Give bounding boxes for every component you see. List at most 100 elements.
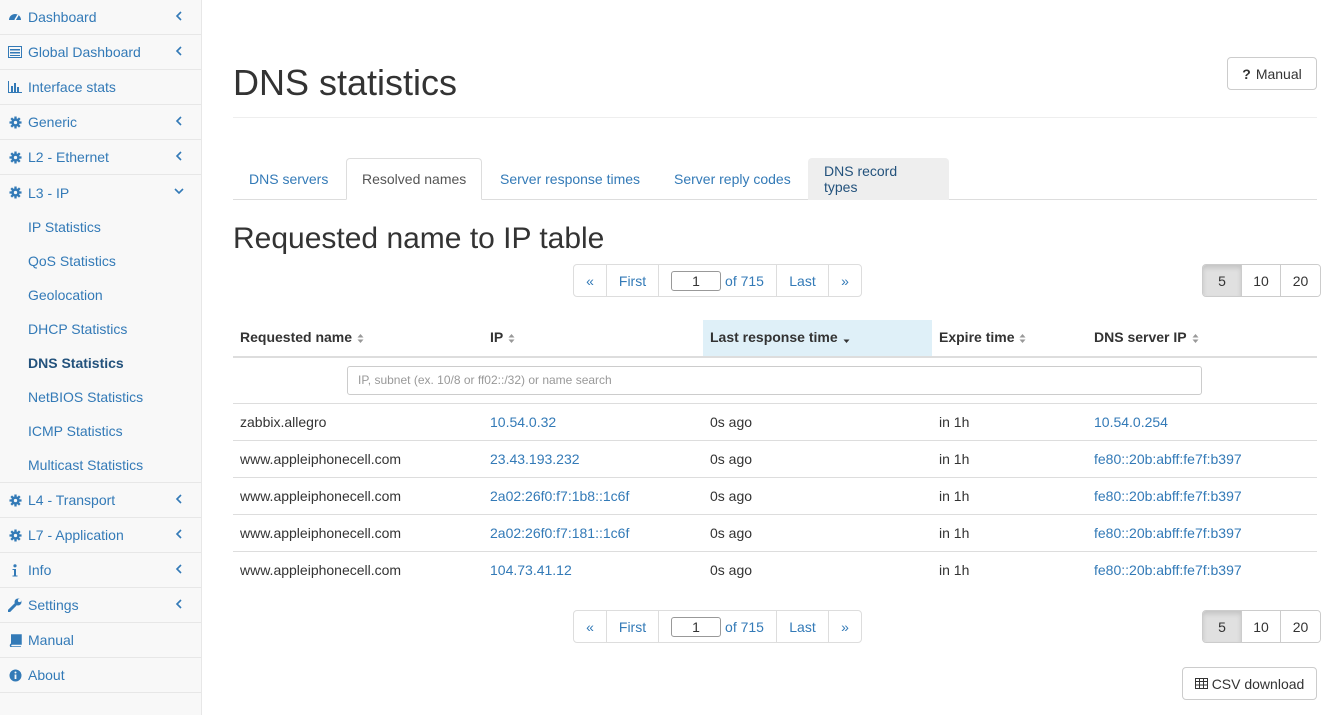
pager-page-input[interactable]: 1 [671, 616, 722, 637]
sidebar-item-global-dashboard[interactable]: Global Dashboard [0, 35, 201, 70]
sidebar-subitem-dhcp-statistics[interactable]: DHCP Statistics [0, 312, 201, 346]
csv-download-label: CSV download [1211, 675, 1305, 692]
dns-server-link[interactable]: fe80::20b:abff:fe7f:b397 [1094, 488, 1242, 504]
cell-requested-name: www.appleiphonecell.com [233, 476, 483, 514]
chevron-left-icon [173, 528, 185, 540]
sort-icon [1019, 331, 1026, 347]
pager-of-label: of 715 [725, 272, 764, 289]
csv-download-button[interactable]: CSV download [1182, 667, 1317, 700]
pager-page-group: 1 of 715 [659, 611, 777, 642]
page-size-20[interactable]: 20 [1281, 611, 1320, 642]
pagination-top: « First 1 of 715 Last » [573, 264, 862, 297]
tab-server-response-times[interactable]: Server response times [484, 158, 656, 200]
manual-button[interactable]: ? Manual [1227, 57, 1317, 90]
page-size-10[interactable]: 10 [1242, 265, 1281, 296]
sidebar-item-settings[interactable]: Settings [0, 588, 201, 623]
pager-page-group: 1 of 715 [659, 265, 777, 296]
column-header-last-response-time[interactable]: Last response time [703, 320, 932, 358]
sort-icon [357, 331, 364, 347]
sidebar-item-label: Manual [28, 632, 74, 648]
sidebar-subitem-qos-statistics[interactable]: QoS Statistics [0, 244, 201, 278]
ip-link[interactable]: 104.73.41.12 [490, 562, 572, 578]
column-header-dns-server-ip[interactable]: DNS server IP [1087, 320, 1317, 358]
ip-link[interactable]: 23.43.193.232 [490, 451, 580, 467]
question-icon: ? [1242, 65, 1251, 82]
pager-last-button[interactable]: Last [777, 611, 829, 642]
sort-desc-icon [843, 331, 850, 347]
pager-next-button[interactable]: » [829, 265, 861, 296]
cell-last-response: 0s ago [703, 439, 932, 477]
chevron-left-icon [173, 115, 185, 127]
sidebar-item-dashboard[interactable]: Dashboard [0, 0, 201, 35]
pager-prev-button[interactable]: « [574, 265, 607, 296]
page-title: DNS statistics [233, 62, 458, 103]
tab-dns-record-types[interactable]: DNS record types [808, 158, 949, 200]
cell-last-response: 0s ago [703, 402, 932, 440]
chevron-left-icon [173, 10, 185, 22]
table-row: www.appleiphonecell.com 104.73.41.12 0s … [233, 550, 1317, 588]
dns-server-link[interactable]: fe80::20b:abff:fe7f:b397 [1094, 562, 1242, 578]
tab-server-reply-codes[interactable]: Server reply codes [658, 158, 807, 200]
page-size-group-top: 5 10 20 [1202, 264, 1321, 297]
pager-next-button[interactable]: » [829, 611, 861, 642]
sidebar-subitem-multicast-statistics[interactable]: Multicast Statistics [0, 448, 201, 482]
wrench-icon [8, 598, 22, 612]
sidebar-item-l3-ip[interactable]: L3 - IP [0, 175, 201, 210]
page-size-20[interactable]: 20 [1281, 265, 1320, 296]
sidebar-item-generic[interactable]: Generic [0, 105, 201, 140]
pager-page-input[interactable]: 1 [671, 270, 722, 291]
page-size-10[interactable]: 10 [1242, 611, 1281, 642]
sidebar-item-label: About [28, 667, 65, 683]
sidebar-item-l4-transport[interactable]: L4 - Transport [0, 483, 201, 518]
dns-server-link[interactable]: 10.54.0.254 [1094, 414, 1168, 430]
cell-requested-name: www.appleiphonecell.com [233, 513, 483, 551]
column-label: IP [490, 329, 504, 346]
pager-of-label: of 715 [725, 618, 764, 635]
search-input[interactable]: IP, subnet (ex. 10/8 or ff02::/32) or na… [347, 365, 1202, 395]
sidebar-item-manual[interactable]: Manual [0, 623, 201, 658]
sidebar-item-label: Dashboard [28, 9, 97, 25]
book-icon [8, 633, 22, 647]
sidebar-submenu-l3: IP Statistics QoS Statistics Geolocation… [0, 210, 201, 483]
pager-first-button[interactable]: First [607, 265, 659, 296]
pager-prev-button[interactable]: « [574, 611, 607, 642]
column-header-ip[interactable]: IP [483, 320, 703, 358]
sidebar-item-interface-stats[interactable]: Interface stats [0, 70, 201, 105]
ip-link[interactable]: 2a02:26f0:f7:1b8::1c6f [490, 488, 629, 504]
sidebar-item-l7-application[interactable]: L7 - Application [0, 518, 201, 553]
sidebar-subitem-netbios-statistics[interactable]: NetBIOS Statistics [0, 380, 201, 414]
pager-first-button[interactable]: First [607, 611, 659, 642]
cell-expire: in 1h [932, 476, 1087, 514]
column-label: Expire time [939, 329, 1015, 346]
sidebar-subitem-geolocation[interactable]: Geolocation [0, 278, 201, 312]
dns-names-table: Requested name IP Last response time Exp… [233, 320, 1317, 588]
chevron-down-icon [173, 185, 185, 197]
sidebar-subitem-icmp-statistics[interactable]: ICMP Statistics [0, 414, 201, 448]
sidebar-item-l2-ethernet[interactable]: L2 - Ethernet [0, 140, 201, 175]
tab-resolved-names[interactable]: Resolved names [346, 158, 483, 200]
sidebar-item-label: L4 - Transport [28, 492, 116, 508]
page-size-5[interactable]: 5 [1203, 265, 1242, 296]
section-title: Requested name to IP table [233, 222, 605, 255]
list-icon [8, 45, 22, 59]
chevron-left-icon [173, 45, 185, 57]
dns-server-link[interactable]: fe80::20b:abff:fe7f:b397 [1094, 525, 1242, 541]
ip-link[interactable]: 2a02:26f0:f7:181::1c6f [490, 525, 629, 541]
pager-last-button[interactable]: Last [777, 265, 829, 296]
column-header-expire-time[interactable]: Expire time [932, 320, 1087, 358]
sidebar-subitem-ip-statistics[interactable]: IP Statistics [0, 210, 201, 244]
dns-server-link[interactable]: fe80::20b:abff:fe7f:b397 [1094, 451, 1242, 467]
ip-link[interactable]: 10.54.0.32 [490, 414, 556, 430]
column-label: DNS server IP [1094, 329, 1187, 346]
info-icon [8, 563, 22, 577]
page-size-5[interactable]: 5 [1203, 611, 1242, 642]
sidebar-item-label: L7 - Application [28, 527, 124, 543]
gear-icon [8, 150, 22, 164]
sidebar-item-about[interactable]: About [0, 658, 201, 693]
sidebar-subitem-dns-statistics[interactable]: DNS Statistics [0, 346, 201, 380]
tab-dns-servers[interactable]: DNS servers [233, 158, 344, 200]
sidebar-item-info[interactable]: Info [0, 553, 201, 588]
manual-button-label: Manual [1255, 65, 1302, 82]
column-header-requested-name[interactable]: Requested name [233, 320, 483, 358]
cell-ip: 10.54.0.32 [483, 402, 703, 440]
